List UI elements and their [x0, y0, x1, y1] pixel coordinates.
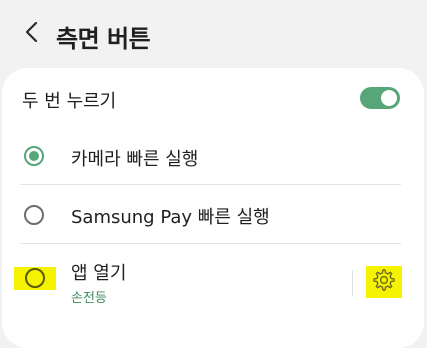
option-samsung-pay-row[interactable]: Samsung Pay 빠른 실행: [0, 186, 422, 242]
samsung-pay-radio[interactable]: [24, 205, 44, 225]
back-button[interactable]: [18, 20, 46, 48]
double-press-row[interactable]: 두 번 누르기: [0, 70, 422, 126]
double-press-label: 두 번 누르기: [22, 91, 117, 112]
open-app-radio[interactable]: [14, 267, 56, 290]
samsung-pay-label: Samsung Pay 빠른 실행: [71, 207, 270, 228]
chevron-left-icon: [24, 20, 40, 48]
radio-dot: [29, 151, 39, 161]
page-title: 측면 버튼: [56, 25, 151, 53]
option-open-app-row[interactable]: 앱 열기 손전등: [0, 245, 422, 311]
vertical-separator: [352, 270, 353, 296]
divider: [20, 184, 401, 185]
camera-label: 카메라 빠른 실행: [71, 149, 199, 170]
toggle-knob: [379, 88, 399, 108]
open-app-settings-button[interactable]: [366, 266, 402, 298]
open-app-sublabel: 손전등: [71, 291, 107, 306]
header: 측면 버튼: [0, 0, 427, 66]
gear-icon: [372, 268, 396, 296]
option-camera-row[interactable]: 카메라 빠른 실행: [0, 128, 422, 184]
double-press-toggle[interactable]: [360, 87, 400, 109]
radio-ring: [25, 268, 45, 288]
open-app-label: 앱 열기: [71, 263, 127, 284]
camera-radio[interactable]: [24, 146, 44, 166]
divider: [20, 243, 401, 244]
